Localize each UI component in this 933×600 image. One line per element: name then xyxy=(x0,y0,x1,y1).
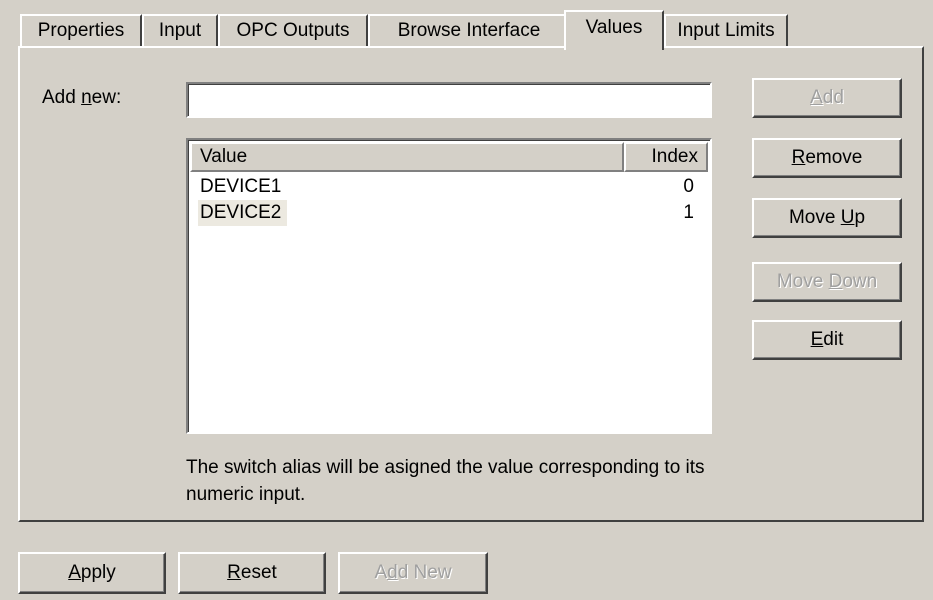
list-item-index: 1 xyxy=(683,202,694,223)
move-down-button[interactable]: Move Down xyxy=(752,262,902,302)
tab-input[interactable]: Input xyxy=(142,14,218,46)
tab-label: Input xyxy=(158,20,202,41)
tab-browse-interface[interactable]: Browse Interface xyxy=(368,14,570,46)
reset-button[interactable]: Reset xyxy=(178,552,326,594)
list-item[interactable]: DEVICE1 0 xyxy=(192,174,708,200)
tab-values[interactable]: Values xyxy=(564,10,664,50)
tab-input-limits[interactable]: Input Limits xyxy=(664,14,788,46)
list-item-value: DEVICE1 xyxy=(200,176,282,197)
apply-button[interactable]: Apply xyxy=(18,552,166,594)
tab-label: Browse Interface xyxy=(397,20,541,41)
list-item-selected[interactable]: DEVICE2 1 xyxy=(192,200,708,226)
tab-opc-outputs[interactable]: OPC Outputs xyxy=(218,14,368,46)
list-header: Value Index xyxy=(190,142,708,172)
tab-label: Input Limits xyxy=(677,20,775,41)
tab-label: Values xyxy=(585,17,643,38)
column-header-value[interactable]: Value xyxy=(190,142,624,172)
remove-button[interactable]: Remove xyxy=(752,138,902,178)
tab-label: Properties xyxy=(37,20,125,41)
add-new-input[interactable] xyxy=(186,82,712,118)
list-item-value: DEVICE2 xyxy=(198,200,288,226)
tab-properties[interactable]: Properties xyxy=(20,14,142,46)
tab-label: OPC Outputs xyxy=(236,20,350,41)
column-header-index[interactable]: Index xyxy=(624,142,708,172)
list-item-index: 0 xyxy=(683,176,694,197)
add-new-label: Add new: xyxy=(42,87,122,108)
values-list[interactable]: Value Index DEVICE1 0 DEVICE2 1 xyxy=(186,138,712,434)
add-new-button[interactable]: Add New xyxy=(338,552,488,594)
help-text: The switch alias will be asigned the val… xyxy=(186,457,705,505)
edit-button[interactable]: Edit xyxy=(752,320,902,360)
add-button[interactable]: Add xyxy=(752,78,902,118)
move-up-button[interactable]: Move Up xyxy=(752,198,902,238)
